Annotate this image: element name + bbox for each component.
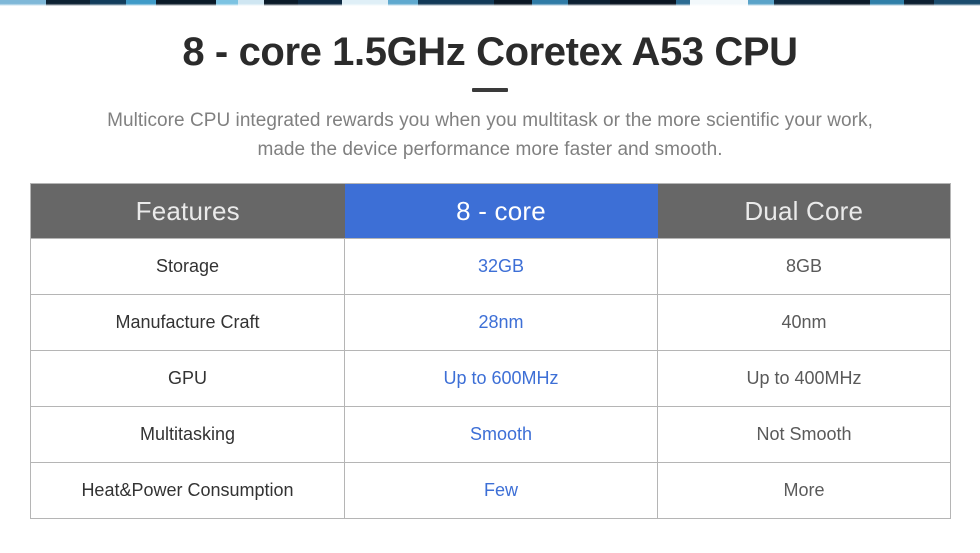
cell-8-core-value: 28nm (344, 294, 658, 351)
cell-feature-name: GPU (30, 350, 345, 407)
comparison-table-wrapper: Features 8 - core Dual Core Storage 32GB… (30, 183, 951, 519)
column-header-8-core: 8 - core (344, 183, 658, 239)
cell-feature-name: Multitasking (30, 406, 345, 463)
cell-dual-core-value: More (657, 462, 951, 519)
column-header-features: Features (30, 183, 345, 239)
table-row: Heat&Power Consumption Few More (30, 462, 951, 519)
table-body: Storage 32GB 8GB Manufacture Craft 28nm … (30, 238, 951, 519)
page-subtitle: Multicore CPU integrated rewards you whe… (0, 92, 980, 164)
cell-feature-name: Manufacture Craft (30, 294, 345, 351)
column-header-dual-core: Dual Core (657, 183, 951, 239)
cell-8-core-value: 32GB (344, 238, 658, 295)
cell-dual-core-value: Not Smooth (657, 406, 951, 463)
cell-feature-name: Heat&Power Consumption (30, 462, 345, 519)
heading-block: 8 - core 1.5GHz Coretex A53 CPU Multicor… (0, 6, 980, 164)
cell-8-core-value: Smooth (344, 406, 658, 463)
page-subtitle-line-1: Multicore CPU integrated rewards you whe… (107, 110, 873, 131)
cell-dual-core-value: 8GB (657, 238, 951, 295)
table-row: Storage 32GB 8GB (30, 238, 951, 295)
cell-dual-core-value: Up to 400MHz (657, 350, 951, 407)
table-row: GPU Up to 600MHz Up to 400MHz (30, 350, 951, 407)
table-row: Multitasking Smooth Not Smooth (30, 406, 951, 463)
cell-feature-name: Storage (30, 238, 345, 295)
table-header: Features 8 - core Dual Core (30, 183, 951, 239)
page-subtitle-line-2: made the device performance more faster … (257, 139, 723, 160)
comparison-table: Features 8 - core Dual Core Storage 32GB… (30, 183, 951, 519)
cell-dual-core-value: 40nm (657, 294, 951, 351)
cell-8-core-value: Up to 600MHz (344, 350, 658, 407)
table-row: Manufacture Craft 28nm 40nm (30, 294, 951, 351)
page-title: 8 - core 1.5GHz Coretex A53 CPU (182, 30, 798, 74)
cell-8-core-value: Few (344, 462, 658, 519)
table-header-row: Features 8 - core Dual Core (30, 183, 951, 239)
